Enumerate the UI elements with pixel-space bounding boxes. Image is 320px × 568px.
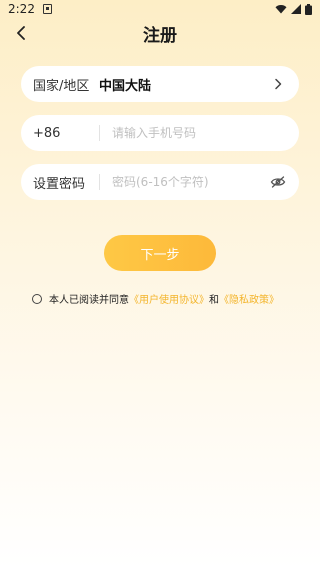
agreement-checkbox[interactable]	[32, 293, 42, 304]
agreement-conjunction: 和	[209, 295, 219, 306]
page-title: 注册	[143, 25, 177, 46]
agreement-prefix: 本人已阅读并同意	[49, 295, 129, 306]
privacy-policy-link[interactable]: 《隐私政策》	[219, 291, 279, 306]
eye-off-icon[interactable]	[269, 173, 287, 191]
password-label: 设置密码	[33, 176, 86, 192]
back-button[interactable]	[8, 20, 34, 46]
status-bar: 2:22	[0, 0, 320, 18]
wifi-icon	[275, 5, 287, 14]
phone-input[interactable]	[112, 126, 287, 140]
field-divider	[99, 174, 100, 190]
phone-field: +86	[21, 115, 299, 151]
header: 注册	[0, 18, 320, 48]
password-field: 设置密码	[21, 164, 299, 200]
chevron-right-icon	[269, 75, 287, 93]
field-divider	[99, 125, 100, 141]
status-icons	[275, 3, 312, 15]
region-selector[interactable]: 国家/地区 中国大陆	[21, 66, 299, 102]
notification-icon	[42, 4, 52, 14]
battery-icon	[305, 3, 312, 15]
signal-icon	[291, 4, 301, 14]
password-input[interactable]	[112, 175, 269, 189]
phone-prefix[interactable]: +86	[33, 126, 99, 141]
user-agreement-link[interactable]: 《用户使用协议》	[129, 291, 209, 306]
agreement-row: 本人已阅读并同意 《用户使用协议》 和 《隐私政策》	[32, 291, 279, 306]
region-value: 中国大陆	[99, 78, 152, 94]
region-label: 国家/地区	[33, 78, 90, 94]
next-step-button[interactable]: 下一步	[104, 235, 216, 271]
chevron-left-icon	[17, 26, 25, 40]
status-time: 2:22	[8, 2, 35, 16]
